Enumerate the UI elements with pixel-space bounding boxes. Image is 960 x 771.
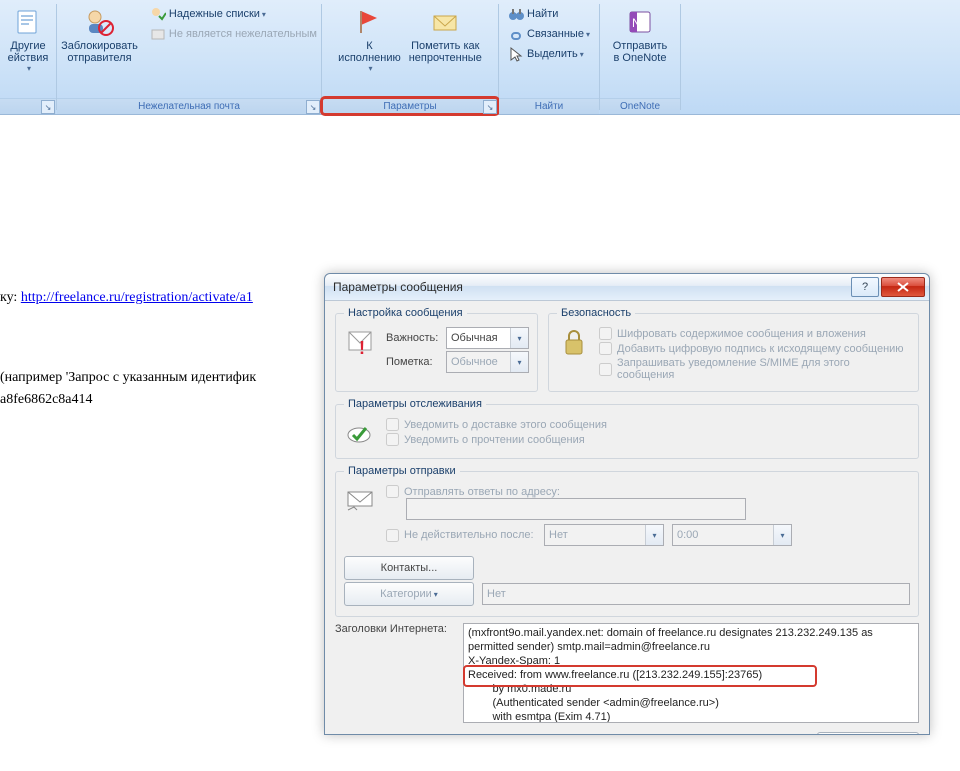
group-security: Безопасность Шифровать содержимое сообще…	[548, 307, 919, 392]
sensitivity-label: Пометка:	[386, 356, 446, 368]
group-launcher-icon[interactable]: ↘	[306, 100, 320, 114]
send-to-onenote-label: Отправитьв OneNote	[613, 40, 668, 64]
block-sender-icon	[83, 6, 115, 38]
expire-date-combo: Нет▾	[544, 524, 664, 546]
encrypt-checkbox: Шифровать содержимое сообщения и вложени…	[599, 327, 910, 340]
other-actions-button[interactable]: Другиеействия ▾	[0, 2, 56, 73]
sign-checkbox: Добавить цифровую подпись к исходящему с…	[599, 342, 910, 355]
chevron-down-icon: ▾	[645, 525, 663, 545]
related-button[interactable]: Связанные▾	[504, 24, 594, 44]
categories-button: Категории▾	[344, 582, 474, 606]
ribbon-group-other: Другиеействия ▾ ↘	[0, 0, 56, 114]
chevron-down-icon: ▾	[510, 328, 528, 348]
ribbon-group-options: Кисполнению ▾ Пометить какнепрочтенные П…	[322, 0, 498, 114]
importance-combo[interactable]: Обычная▾	[446, 327, 529, 349]
group-tracking: Параметры отслеживания Уведомить о доста…	[335, 398, 919, 459]
ribbon-group-junk: Заблокироватьотправителя Надежные списки…	[57, 0, 321, 114]
message-options-dialog: Параметры сообщения ? Настройка сообщени…	[324, 273, 930, 735]
chevron-down-icon: ▾	[586, 30, 590, 39]
read-receipt-checkbox: Уведомить о прочтении сообщения	[386, 433, 910, 446]
delivery-receipt-checkbox: Уведомить о доставке этого сообщения	[386, 418, 910, 431]
ribbon-group-find: Найти Связанные▾ Выделить▾ Найти	[499, 0, 599, 114]
expire-time-combo: 0:00▾	[672, 524, 792, 546]
svg-text:!: !	[359, 338, 365, 358]
group-delivery: Параметры отправки Отправлять ответы по …	[335, 465, 919, 617]
block-sender-button[interactable]: Заблокироватьотправителя	[57, 2, 142, 64]
group-launcher-icon[interactable]: ↘	[483, 100, 497, 114]
cursor-icon	[508, 46, 524, 62]
mark-unread-label: Пометить какнепрочтенные	[409, 40, 482, 64]
categories-field	[482, 583, 910, 605]
dialog-body: Настройка сообщения ! Важность: Обычная▾…	[325, 301, 929, 734]
chevron-down-icon: ▾	[510, 352, 528, 372]
group-launcher-icon[interactable]: ↘	[41, 100, 55, 114]
envelope-icon	[429, 6, 461, 38]
contacts-button[interactable]: Контакты...	[344, 556, 474, 580]
security-icon	[557, 325, 591, 359]
legend-tracking: Параметры отслеживания	[344, 398, 486, 410]
chevron-down-icon: ▾	[262, 10, 266, 19]
dialog-title: Параметры сообщения	[329, 280, 849, 294]
safe-lists-icon	[150, 6, 166, 22]
group-caption-onenote: OneNote	[620, 101, 660, 112]
internet-headers-text[interactable]	[463, 623, 919, 723]
follow-up-button[interactable]: Кисполнению ▾	[334, 2, 405, 73]
group-message-settings: Настройка сообщения ! Важность: Обычная▾…	[335, 307, 538, 392]
importance-label: Важность:	[386, 332, 446, 344]
reply-to-checkbox: Отправлять ответы по адресу:	[386, 485, 910, 498]
select-button[interactable]: Выделить▾	[504, 44, 594, 64]
help-button[interactable]: ?	[851, 277, 879, 297]
expires-checkbox: Не действительно после:	[386, 529, 544, 542]
group-caption-find: Найти	[535, 101, 564, 112]
sensitivity-combo[interactable]: Обычное▾	[446, 351, 529, 373]
legend-message-settings: Настройка сообщения	[344, 307, 467, 319]
activation-link[interactable]: http://freelance.ru/registration/activat…	[21, 290, 253, 305]
chevron-down-icon: ▾	[434, 590, 438, 599]
flag-icon	[353, 6, 385, 38]
settings-icon: !	[344, 325, 378, 359]
chevron-down-icon: ▾	[773, 525, 791, 545]
other-actions-label: Другиеействия	[8, 40, 49, 64]
chevron-down-icon: ▾	[27, 64, 31, 73]
svg-text:N: N	[632, 16, 641, 30]
safe-lists-button[interactable]: Надежные списки▾	[146, 4, 321, 24]
select-label: Выделить	[527, 48, 578, 60]
find-label: Найти	[527, 8, 558, 20]
not-junk-button: Не является нежелательным	[146, 24, 321, 44]
document-icon	[12, 6, 44, 38]
reply-to-field	[406, 498, 746, 520]
legend-security: Безопасность	[557, 307, 635, 319]
close-window-button[interactable]	[881, 277, 925, 297]
not-junk-label: Не является нежелательным	[169, 28, 317, 40]
onenote-icon: N	[624, 6, 656, 38]
chevron-down-icon: ▾	[368, 64, 372, 73]
tracking-icon	[344, 416, 378, 450]
internet-headers-label: Заголовки Интернета:	[335, 623, 447, 635]
legend-delivery: Параметры отправки	[344, 465, 460, 477]
not-junk-icon	[150, 26, 166, 42]
follow-up-label: Кисполнению	[338, 40, 401, 64]
link-icon	[508, 26, 524, 42]
chevron-down-icon: ▾	[580, 50, 584, 59]
group-caption-options: Параметры	[383, 101, 436, 112]
delivery-icon	[344, 483, 378, 517]
ribbon: Другиеействия ▾ ↘ Заблокироватьотправите…	[0, 0, 960, 115]
internet-headers-section: Заголовки Интернета:	[335, 623, 919, 726]
dialog-titlebar[interactable]: Параметры сообщения ?	[325, 274, 929, 301]
separator	[680, 4, 681, 110]
find-button[interactable]: Найти	[504, 4, 594, 24]
related-label: Связанные	[527, 28, 584, 40]
close-icon	[897, 282, 909, 292]
smime-receipt-checkbox: Запрашивать уведомление S/MIME для этого…	[599, 357, 910, 381]
ribbon-group-onenote: N Отправитьв OneNote OneNote	[600, 0, 680, 114]
binoculars-icon	[508, 6, 524, 22]
group-caption-junk: Нежелательная почта	[138, 101, 240, 112]
close-button[interactable]: Закрыть	[817, 732, 919, 734]
mark-unread-button[interactable]: Пометить какнепрочтенные	[405, 2, 486, 64]
block-sender-label: Заблокироватьотправителя	[61, 40, 138, 64]
send-to-onenote-button[interactable]: N Отправитьв OneNote	[609, 2, 672, 64]
safe-lists-label: Надежные списки	[169, 8, 260, 20]
